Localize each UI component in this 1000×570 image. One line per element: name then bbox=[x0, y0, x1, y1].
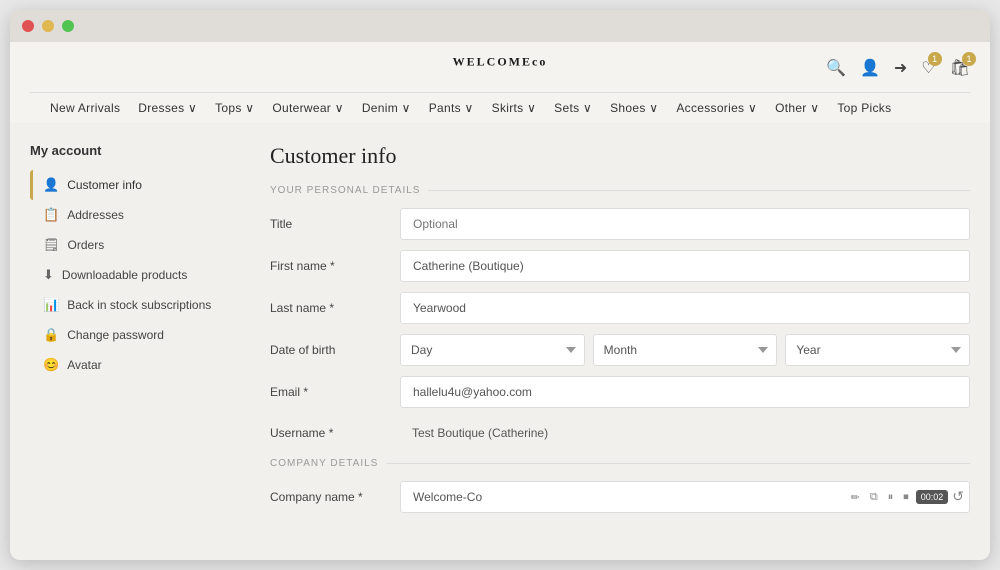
page-content: Customer info YOUR PERSONAL DETAILS Titl… bbox=[270, 143, 970, 540]
username-row: Username * Test Boutique (Catherine) bbox=[270, 418, 970, 448]
header-top: WELCOMEco 🔍 👤 ➜ ♡ 1 🛍 1 bbox=[30, 52, 970, 92]
nav-item-sets[interactable]: Sets ∨ bbox=[554, 101, 592, 115]
minimize-button[interactable] bbox=[42, 20, 54, 32]
company-input-wrapper: ✏ ⧉ ⏸ ⏹ 00:02 ↺ bbox=[400, 481, 970, 513]
dob-row: Date of birth Day Month Year bbox=[270, 334, 970, 366]
orders-icon: 🗒 bbox=[43, 237, 60, 253]
first-name-input[interactable] bbox=[400, 250, 970, 282]
company-name-label: Company name * bbox=[270, 490, 390, 504]
personal-section-label: YOUR PERSONAL DETAILS bbox=[270, 185, 970, 196]
sidebar-title: My account bbox=[30, 143, 250, 158]
nav-item-other[interactable]: Other ∨ bbox=[775, 101, 819, 115]
nav-item-new-arrivals[interactable]: New Arrivals bbox=[50, 101, 120, 115]
browser-window: WELCOMEco 🔍 👤 ➜ ♡ 1 🛍 1 bbox=[10, 10, 990, 560]
nav-item-denim[interactable]: Denim ∨ bbox=[362, 101, 411, 115]
search-icon[interactable]: 🔍 bbox=[826, 58, 846, 78]
download-icon: ⬇ bbox=[43, 267, 54, 283]
page-title: Customer info bbox=[270, 143, 970, 169]
sidebar-item-downloadable[interactable]: ⬇ Downloadable products bbox=[30, 260, 250, 290]
stop-icon[interactable]: ⏹ bbox=[900, 489, 912, 506]
maximize-button[interactable] bbox=[62, 20, 74, 32]
wishlist-badge: 1 bbox=[928, 52, 942, 66]
dob-day-select[interactable]: Day bbox=[400, 334, 585, 366]
sidebar-menu: 👤 Customer info 📋 Addresses 🗒 Orders ⬇ D… bbox=[30, 170, 250, 380]
email-input[interactable] bbox=[400, 376, 970, 408]
lock-icon: 🔒 bbox=[43, 327, 59, 343]
dob-month-select[interactable]: Month bbox=[593, 334, 778, 366]
first-name-row: First name * bbox=[270, 250, 970, 282]
site-logo[interactable]: WELCOMEco bbox=[343, 52, 656, 84]
nav-item-accessories[interactable]: Accessories ∨ bbox=[676, 101, 757, 115]
company-toolbar: ✏ ⧉ ⏸ ⏹ 00:02 ↺ bbox=[848, 489, 964, 506]
browser-titlebar bbox=[10, 10, 990, 42]
sidebar-item-avatar[interactable]: 😊 Avatar bbox=[30, 350, 250, 380]
last-name-label: Last name * bbox=[270, 301, 390, 315]
last-name-row: Last name * bbox=[270, 292, 970, 324]
company-section-label: COMPANY DETAILS bbox=[270, 458, 970, 469]
last-name-input[interactable] bbox=[400, 292, 970, 324]
nav-item-dresses[interactable]: Dresses ∨ bbox=[138, 101, 197, 115]
address-icon: 📋 bbox=[43, 207, 59, 223]
nav-item-outerwear[interactable]: Outerwear ∨ bbox=[272, 101, 343, 115]
title-row: Title bbox=[270, 208, 970, 240]
arrow-icon[interactable]: ➜ bbox=[894, 58, 907, 78]
username-value: Test Boutique (Catherine) bbox=[400, 418, 970, 448]
avatar-icon: 😊 bbox=[43, 357, 59, 373]
site-header: WELCOMEco 🔍 👤 ➜ ♡ 1 🛍 1 bbox=[10, 42, 990, 123]
nav-item-pants[interactable]: Pants ∨ bbox=[429, 101, 474, 115]
dob-year-select[interactable]: Year bbox=[785, 334, 970, 366]
email-label: Email * bbox=[270, 385, 390, 399]
title-label: Title bbox=[270, 217, 390, 231]
user-icon[interactable]: 👤 bbox=[860, 58, 880, 78]
email-row: Email * bbox=[270, 376, 970, 408]
wishlist-icon[interactable]: ♡ 1 bbox=[921, 58, 935, 78]
sidebar: My account 👤 Customer info 📋 Addresses 🗒… bbox=[30, 143, 250, 540]
refresh-icon[interactable]: ↺ bbox=[952, 489, 964, 506]
nav-item-tops[interactable]: Tops ∨ bbox=[215, 101, 254, 115]
sidebar-item-orders[interactable]: 🗒 Orders bbox=[30, 230, 250, 260]
company-name-row: Company name * ✏ ⧉ ⏸ ⏹ 00:02 ↺ bbox=[270, 481, 970, 513]
first-name-label: First name * bbox=[270, 259, 390, 273]
cart-icon[interactable]: 🛍 1 bbox=[950, 58, 970, 78]
cart-badge: 1 bbox=[962, 52, 976, 66]
sidebar-item-customer-info[interactable]: 👤 Customer info bbox=[30, 170, 250, 200]
site-nav: New Arrivals Dresses ∨ Tops ∨ Outerwear … bbox=[30, 92, 970, 123]
edit-icon[interactable]: ✏ bbox=[848, 489, 863, 506]
sidebar-item-back-in-stock[interactable]: 📊 Back in stock subscriptions bbox=[30, 290, 250, 320]
nav-item-shoes[interactable]: Shoes ∨ bbox=[610, 101, 658, 115]
browser-content: WELCOMEco 🔍 👤 ➜ ♡ 1 🛍 1 bbox=[10, 42, 990, 560]
dob-selects: Day Month Year bbox=[400, 334, 970, 366]
nav-item-top-picks[interactable]: Top Picks bbox=[837, 101, 891, 115]
username-label: Username * bbox=[270, 426, 390, 440]
user-sidebar-icon: 👤 bbox=[43, 177, 59, 193]
copy-icon[interactable]: ⧉ bbox=[867, 489, 881, 506]
nav-item-skirts[interactable]: Skirts ∨ bbox=[492, 101, 537, 115]
sidebar-item-change-password[interactable]: 🔒 Change password bbox=[30, 320, 250, 350]
stock-icon: 📊 bbox=[43, 297, 59, 313]
sidebar-item-addresses[interactable]: 📋 Addresses bbox=[30, 200, 250, 230]
title-input[interactable] bbox=[400, 208, 970, 240]
dob-label: Date of birth bbox=[270, 343, 390, 357]
header-icons: 🔍 👤 ➜ ♡ 1 🛍 1 bbox=[657, 58, 970, 78]
timer-display: 00:02 bbox=[916, 490, 949, 504]
pause-icon[interactable]: ⏸ bbox=[885, 489, 897, 506]
close-button[interactable] bbox=[22, 20, 34, 32]
main-content: My account 👤 Customer info 📋 Addresses 🗒… bbox=[10, 123, 990, 560]
